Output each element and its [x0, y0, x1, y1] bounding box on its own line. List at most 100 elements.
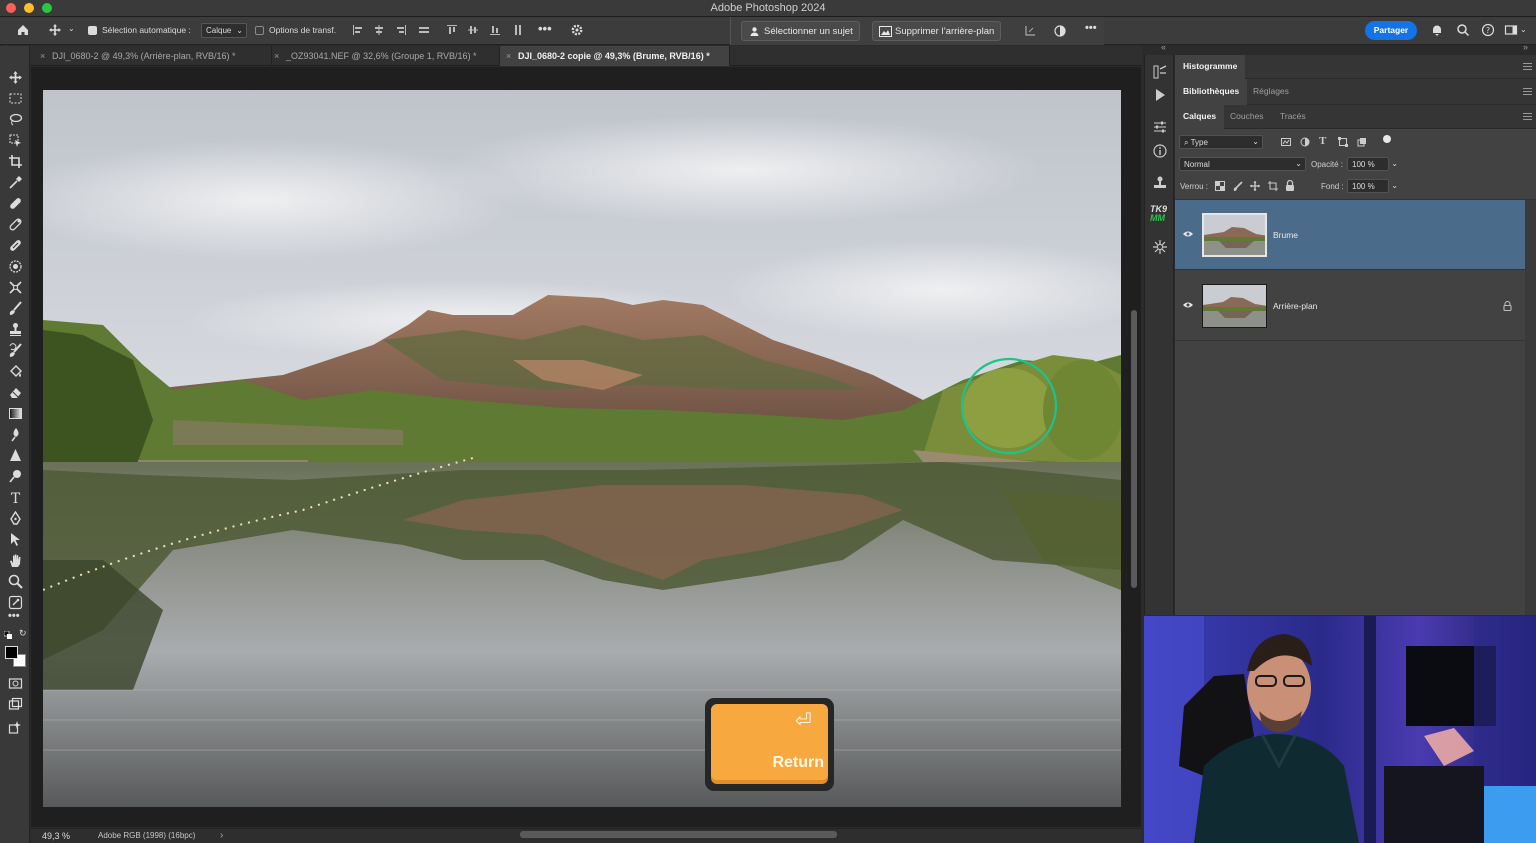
tab-layers[interactable]: Calques: [1175, 105, 1225, 129]
lock-icon[interactable]: [1503, 301, 1512, 311]
blend-mode-select[interactable]: Normal ⌄: [1179, 157, 1306, 171]
select-subject-button[interactable]: Sélectionner un sujet: [741, 21, 860, 41]
filter-pixel-icon[interactable]: [1281, 137, 1291, 147]
sparkle-icon[interactable]: [1152, 239, 1168, 255]
tab-paths[interactable]: Tracés: [1280, 111, 1306, 121]
distribute-icon[interactable]: [417, 23, 431, 37]
lock-all-icon[interactable]: [1285, 180, 1295, 191]
clone-source-icon[interactable]: [1152, 175, 1168, 191]
play-icon[interactable]: [1152, 87, 1168, 103]
align-bottom-icon[interactable]: [488, 23, 502, 37]
edit-toolbar-icon[interactable]: •••: [8, 610, 23, 625]
opacity-input[interactable]: 100 % ⌄: [1347, 157, 1398, 171]
foreground-color-swatch[interactable]: [5, 646, 18, 659]
bell-icon[interactable]: [1430, 23, 1444, 37]
eyedropper-tool-icon[interactable]: [8, 175, 23, 190]
dodge-tool-icon[interactable]: [8, 469, 23, 484]
healing-brush-tool-icon[interactable]: [8, 238, 23, 253]
swap-colors-icon[interactable]: ↻: [19, 628, 27, 639]
search-icon[interactable]: [1456, 23, 1470, 37]
close-tab-icon[interactable]: ×: [40, 51, 45, 61]
layer-name[interactable]: Brume: [1273, 230, 1298, 240]
workspace-chevron-icon[interactable]: ⌄: [1520, 25, 1527, 34]
align-right-icon[interactable]: [394, 23, 408, 37]
red-eye-tool-icon[interactable]: [8, 280, 23, 295]
distribute-vertical-icon[interactable]: [511, 23, 525, 37]
tab-histogram[interactable]: Histogramme: [1175, 55, 1246, 79]
screen-mode-icon[interactable]: [8, 697, 23, 712]
home-icon[interactable]: [16, 23, 30, 37]
document-tab-1[interactable]: × DJI_0680-2 @ 49,3% (Arrière-plan, RVB/1…: [34, 46, 272, 66]
share-button[interactable]: Partager: [1365, 21, 1417, 40]
history-brush-tool-icon[interactable]: [8, 343, 23, 358]
tab-adjustments[interactable]: Réglages: [1253, 86, 1289, 96]
close-tab-icon[interactable]: ×: [506, 51, 511, 61]
lock-position-icon[interactable]: [1250, 181, 1260, 191]
gear-icon[interactable]: [570, 23, 584, 37]
type-tool-icon[interactable]: T: [8, 490, 23, 505]
brush-settings-icon[interactable]: [1152, 64, 1168, 80]
document-tab-2[interactable]: × _OZ93041.NEF @ 32,6% (Groupe 1, RVB/16)…: [268, 46, 500, 66]
expand-panels-icon[interactable]: »: [1523, 42, 1528, 52]
adjustments-icon[interactable]: [1152, 119, 1168, 135]
fill-input[interactable]: 100 % ⌄: [1347, 179, 1398, 193]
status-menu-icon[interactable]: ›: [220, 830, 223, 841]
panel-menu-icon[interactable]: [1523, 88, 1532, 95]
lock-pixels-icon[interactable]: [1233, 181, 1243, 191]
info-icon[interactable]: [1152, 143, 1168, 159]
tab-channels[interactable]: Couches: [1230, 111, 1264, 121]
document-tab-3[interactable]: × DJI_0680-2 copie @ 49,3% (Brume, RVB/16…: [500, 46, 730, 66]
document-image[interactable]: [43, 90, 1121, 807]
remove-background-button[interactable]: Supprimer l’arrière-plan: [872, 21, 1002, 41]
lasso-tool-icon[interactable]: [8, 112, 23, 127]
pen-tool-icon[interactable]: [8, 511, 23, 526]
layer-row-background[interactable]: Arrière-plan: [1175, 271, 1525, 341]
chevron-down-icon[interactable]: ⌄: [1391, 181, 1398, 190]
filter-shape-icon[interactable]: [1338, 137, 1348, 147]
workspace-icon[interactable]: [1504, 23, 1518, 37]
move-tool-icon[interactable]: [48, 23, 62, 37]
generative-edit-icon[interactable]: [8, 595, 23, 610]
quick-mask-icon[interactable]: [8, 676, 23, 691]
chevron-down-icon[interactable]: ⌄: [1391, 159, 1398, 168]
layer-name[interactable]: Arrière-plan: [1273, 301, 1317, 311]
patch-tool-icon[interactable]: [8, 259, 23, 274]
tk9-plugin-icon[interactable]: TK9 MM: [1150, 205, 1170, 223]
contrast-icon[interactable]: [1053, 24, 1067, 38]
auto-select-dropdown[interactable]: Calque ⌄: [201, 23, 247, 38]
object-selection-tool-icon[interactable]: [8, 133, 23, 148]
eraser-tool-icon[interactable]: [8, 385, 23, 400]
align-middle-icon[interactable]: [466, 23, 480, 37]
sharpen-tool-icon[interactable]: [8, 448, 23, 463]
layers-scroll-track[interactable]: [1525, 200, 1536, 615]
task-bar-more-icon[interactable]: •••: [1085, 22, 1097, 34]
more-options-icon[interactable]: •••: [538, 21, 552, 36]
spot-healing-tool-icon[interactable]: [8, 196, 23, 211]
collapse-panels-icon[interactable]: «: [1161, 42, 1166, 52]
close-tab-icon[interactable]: ×: [274, 51, 279, 61]
zoom-tool-icon[interactable]: [8, 574, 23, 589]
move-tool-icon[interactable]: [8, 70, 23, 85]
paint-bucket-tool-icon[interactable]: [8, 364, 23, 379]
transform-controls-checkbox[interactable]: [255, 26, 264, 35]
align-left-icon[interactable]: [351, 23, 365, 37]
filter-smart-object-icon[interactable]: [1357, 137, 1367, 147]
panel-menu-icon[interactable]: [1523, 113, 1532, 120]
blur-tool-icon[interactable]: [8, 427, 23, 442]
horizontal-scrollbar[interactable]: [520, 831, 837, 838]
layer-filter-select[interactable]: ⌕ Type ⌄: [1179, 135, 1263, 149]
panel-menu-icon[interactable]: [1523, 63, 1532, 70]
auto-select-checkbox[interactable]: [88, 26, 97, 35]
filter-type-icon[interactable]: T: [1319, 135, 1326, 147]
lock-transparent-icon[interactable]: [1215, 181, 1225, 191]
marquee-tool-icon[interactable]: [8, 91, 23, 106]
lock-artboard-icon[interactable]: [1268, 181, 1278, 191]
help-icon[interactable]: ?: [1481, 23, 1495, 37]
tab-libraries[interactable]: Bibliothèques: [1175, 79, 1248, 105]
tool-preset-chevron-icon[interactable]: ⌄: [68, 24, 75, 33]
zoom-level[interactable]: 49,3 %: [42, 831, 70, 841]
eye-icon[interactable]: [1183, 301, 1193, 309]
clone-stamp-tool-icon[interactable]: [8, 322, 23, 337]
eye-icon[interactable]: [1183, 230, 1193, 238]
hand-tool-icon[interactable]: [8, 553, 23, 568]
